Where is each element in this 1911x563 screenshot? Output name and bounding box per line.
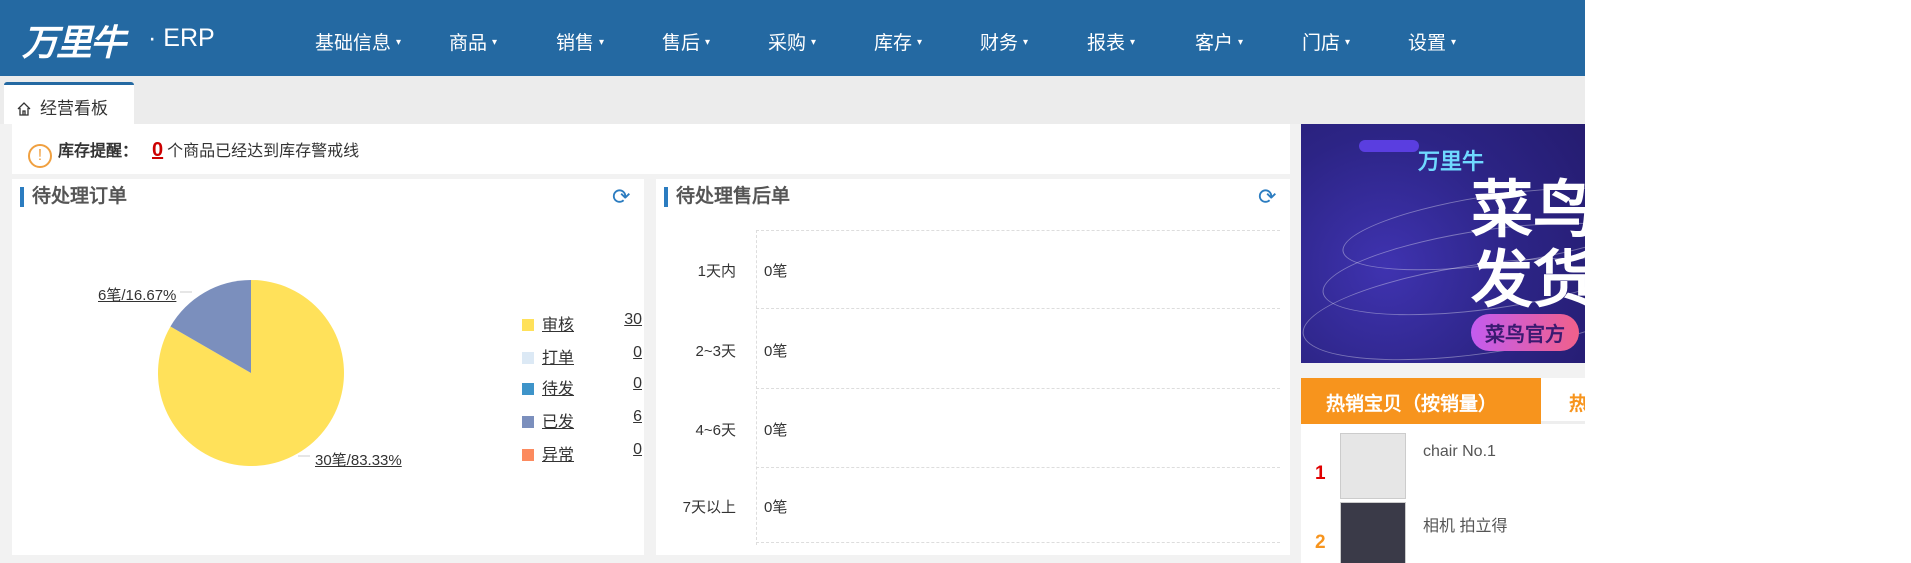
banner-headline-1: 菜鸟 bbox=[1471, 176, 1585, 245]
nav-item[interactable]: 财务 ▾ bbox=[980, 28, 1028, 55]
legend-label: 已发 bbox=[542, 414, 575, 431]
banner-pill: 菜鸟官方 bbox=[1471, 314, 1579, 351]
legend-item[interactable]: 审核 bbox=[522, 311, 574, 335]
pending-aftersale-panel: 待处理售后单 ⟳ 1天内 0笔 2~3天 0笔 4~6天 0笔 7天以上 0笔 bbox=[656, 179, 1290, 555]
nav-label: 报表 bbox=[1087, 33, 1126, 54]
chevron-down-icon: ▾ bbox=[396, 37, 402, 48]
nav-label: 售后 bbox=[662, 33, 701, 54]
chevron-down-icon: ▾ bbox=[1345, 37, 1351, 48]
nav-item[interactable]: 商品 ▾ bbox=[449, 28, 497, 55]
nav-item[interactable]: 采购 ▾ bbox=[768, 28, 816, 55]
pie-label-shipped[interactable]: 6笔/16.67% bbox=[98, 284, 176, 305]
erp-app: 万里牛 · ERP 基础信息 ▾ 商品 ▾ 销售 ▾ 售后 ▾ 采购 ▾ 库存 ▾ 财务 ▾ 报表 ▾ 客户 ▾ 门… bbox=[0, 0, 1585, 563]
nav-item[interactable]: 设置 ▾ bbox=[1408, 28, 1456, 55]
banner-brand: 万里牛 bbox=[1418, 149, 1485, 174]
row-value[interactable]: 0笔 bbox=[764, 496, 787, 517]
nav-item[interactable]: 售后 ▾ bbox=[662, 28, 710, 55]
row-label: 4~6天 bbox=[695, 422, 736, 439]
tab-hot-by-volume[interactable]: 热销宝贝（按销量） bbox=[1301, 378, 1541, 424]
nav-label: 客户 bbox=[1195, 33, 1234, 54]
legend-item[interactable]: 待发 bbox=[522, 375, 574, 399]
chevron-down-icon: ▾ bbox=[492, 37, 498, 48]
row-value[interactable]: 0笔 bbox=[764, 260, 787, 281]
legend-label: 打单 bbox=[542, 350, 575, 367]
grid-line bbox=[756, 467, 1280, 468]
nav-label: 销售 bbox=[556, 33, 595, 54]
rank-number: 2 bbox=[1315, 532, 1326, 553]
legend-swatch bbox=[522, 383, 534, 395]
nav-label: 设置 bbox=[1408, 33, 1447, 54]
banner-headline-2: 发货 bbox=[1471, 246, 1585, 315]
legend-value[interactable]: 30 bbox=[612, 311, 642, 329]
grid-line bbox=[756, 230, 1280, 231]
grid-line bbox=[756, 308, 1280, 309]
legend-value[interactable]: 0 bbox=[612, 375, 642, 393]
chevron-down-icon: ▾ bbox=[811, 37, 817, 48]
chevron-down-icon: ▾ bbox=[1130, 37, 1136, 48]
legend-swatch bbox=[522, 352, 534, 364]
product-name[interactable]: chair No.1 bbox=[1423, 443, 1496, 461]
chevron-down-icon: ▾ bbox=[1023, 37, 1029, 48]
pie-label-review[interactable]: 30笔/83.33% bbox=[315, 449, 402, 470]
legend-item[interactable]: 打单 bbox=[522, 344, 574, 368]
nav-item[interactable]: 报表 ▾ bbox=[1087, 28, 1135, 55]
nav-label: 基础信息 bbox=[315, 33, 392, 54]
logo-erp: · ERP bbox=[148, 24, 215, 52]
nav-label: 门店 bbox=[1302, 33, 1341, 54]
nav-item[interactable]: 门店 ▾ bbox=[1302, 28, 1350, 55]
row-value[interactable]: 0笔 bbox=[764, 340, 787, 361]
legend-swatch bbox=[522, 416, 534, 428]
home-icon bbox=[17, 102, 31, 116]
nav-item[interactable]: 库存 ▾ bbox=[874, 28, 922, 55]
tab-label: 经营看板 bbox=[40, 99, 108, 118]
top-header: 万里牛 · ERP 基础信息 ▾ 商品 ▾ 销售 ▾ 售后 ▾ 采购 ▾ 库存 ▾ 财务 ▾ 报表 ▾ 客户 ▾ 门… bbox=[0, 0, 1585, 76]
nav-item[interactable]: 基础信息 ▾ bbox=[315, 28, 401, 55]
product-thumbnail[interactable] bbox=[1340, 433, 1406, 499]
chevron-down-icon: ▾ bbox=[917, 37, 923, 48]
legend-item[interactable]: 已发 bbox=[522, 408, 574, 432]
nav-label: 财务 bbox=[980, 33, 1019, 54]
nav-label: 库存 bbox=[874, 33, 913, 54]
row-label: 1天内 bbox=[697, 263, 736, 280]
nav-label: 采购 bbox=[768, 33, 807, 54]
alert-label: 库存提醒： bbox=[58, 143, 139, 160]
nav-item[interactable]: 销售 ▾ bbox=[556, 28, 604, 55]
warning-icon: ! bbox=[28, 144, 52, 168]
chevron-down-icon: ▾ bbox=[599, 37, 605, 48]
legend-item[interactable]: 异常 bbox=[522, 441, 574, 465]
legend-swatch bbox=[522, 449, 534, 461]
grid-line bbox=[756, 388, 1280, 389]
hot-list: 1 chair No.1 2 相机 拍立得 bbox=[1301, 424, 1585, 563]
tab-dashboard[interactable]: 经营看板 bbox=[4, 82, 134, 124]
logo[interactable]: 万里牛 bbox=[22, 14, 126, 66]
pending-orders-panel: 待处理订单 ⟳ 6笔/16.67% 30笔/83.33% 审核 30 打单 0 待发 0 已… bbox=[12, 179, 644, 555]
product-name[interactable]: 相机 拍立得 bbox=[1423, 512, 1507, 536]
row-label: 2~3天 bbox=[695, 343, 736, 360]
legend-label: 待发 bbox=[542, 381, 575, 398]
hot-tabs: 热销宝贝（按销量） 热 bbox=[1301, 378, 1585, 424]
grid-line bbox=[756, 542, 1280, 543]
nav-label: 商品 bbox=[449, 33, 488, 54]
chevron-down-icon: ▾ bbox=[1451, 37, 1457, 48]
tab-hot-other[interactable]: 热 bbox=[1569, 389, 1585, 416]
legend-label: 审核 bbox=[542, 317, 575, 334]
row-value[interactable]: 0笔 bbox=[764, 419, 787, 440]
row-label: 7天以上 bbox=[682, 499, 736, 516]
legend-swatch bbox=[522, 319, 534, 331]
chevron-down-icon: ▾ bbox=[1238, 37, 1244, 48]
rank-number: 1 bbox=[1315, 463, 1326, 484]
product-thumbnail[interactable] bbox=[1340, 502, 1406, 563]
alert-message: 个商品已经达到库存警戒线 bbox=[167, 143, 360, 160]
panel-title: 待处理售后单 bbox=[664, 187, 790, 207]
cainiao-banner[interactable]: 万里牛 菜鸟 发货 菜鸟官方 bbox=[1301, 124, 1585, 363]
alert-count[interactable]: 0 bbox=[152, 139, 163, 161]
stock-alert: ! 库存提醒： 0 个商品已经达到库存警戒线 bbox=[12, 124, 1290, 174]
legend-value[interactable]: 0 bbox=[612, 441, 642, 459]
legend-label: 异常 bbox=[542, 447, 575, 464]
nav-item[interactable]: 客户 ▾ bbox=[1195, 28, 1243, 55]
tab-bar: 经营看板 bbox=[0, 76, 1585, 124]
refresh-icon[interactable]: ⟳ bbox=[1258, 184, 1276, 210]
chevron-down-icon: ▾ bbox=[705, 37, 711, 48]
